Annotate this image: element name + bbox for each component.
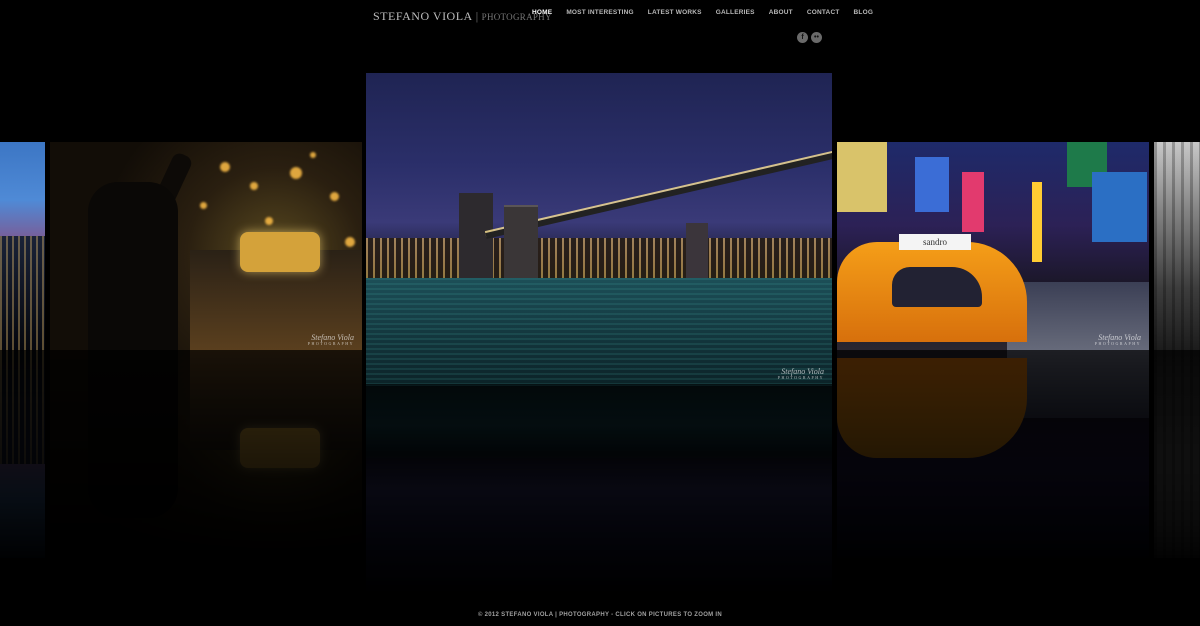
billboard bbox=[1032, 182, 1042, 262]
photo-brooklyn-bridge[interactable]: Stefano Viola PHOTOGRAPHY bbox=[366, 73, 832, 384]
bokeh-light bbox=[345, 237, 355, 247]
watermark-sub: PHOTOGRAPHY bbox=[777, 375, 824, 380]
photo-times-square-taxi[interactable]: sandro Stefano Viola PHOTOGRAPHY bbox=[837, 142, 1149, 350]
skyscraper bbox=[686, 223, 708, 278]
main-nav: HOME MOST INTERESTING LATEST WORKS GALLE… bbox=[532, 9, 873, 16]
billboard bbox=[1092, 172, 1147, 242]
photo-watermark: Stefano Viola PHOTOGRAPHY bbox=[1095, 334, 1141, 346]
photo-city-skyline-reflection bbox=[0, 350, 45, 558]
logo-name: STEFANO VIOLA bbox=[373, 9, 473, 23]
photo-hailing-taxi-reflection bbox=[50, 350, 362, 558]
bokeh-light bbox=[250, 182, 258, 190]
nav-most-interesting[interactable]: MOST INTERESTING bbox=[566, 9, 633, 16]
bokeh-light bbox=[290, 167, 302, 179]
photo-times-square-taxi-reflection bbox=[837, 350, 1149, 558]
nav-home[interactable]: HOME bbox=[532, 9, 552, 16]
bokeh-light bbox=[330, 192, 339, 201]
nav-blog[interactable]: BLOG bbox=[854, 9, 874, 16]
nav-about[interactable]: ABOUT bbox=[769, 9, 793, 16]
watermark-sub: PHOTOGRAPHY bbox=[1094, 341, 1141, 346]
nav-galleries[interactable]: GALLERIES bbox=[716, 9, 755, 16]
photo-black-white-building[interactable] bbox=[1154, 142, 1200, 350]
flickr-icon[interactable]: •• bbox=[811, 32, 822, 43]
site-logo[interactable]: STEFANO VIOLA | PHOTOGRAPHY bbox=[373, 9, 552, 24]
river-water bbox=[366, 278, 832, 384]
photo-hailing-taxi[interactable]: Stefano Viola PHOTOGRAPHY bbox=[50, 142, 362, 350]
photo-city-skyline[interactable] bbox=[0, 142, 45, 350]
photo-watermark: Stefano Viola PHOTOGRAPHY bbox=[778, 368, 824, 380]
social-links: f •• bbox=[797, 32, 822, 43]
billboard bbox=[962, 172, 984, 232]
bokeh-light bbox=[310, 152, 316, 158]
watermark-sub: PHOTOGRAPHY bbox=[307, 341, 354, 346]
nav-contact[interactable]: CONTACT bbox=[807, 9, 840, 16]
bokeh-light bbox=[200, 202, 207, 209]
bokeh-light bbox=[265, 217, 273, 225]
billboard bbox=[837, 142, 887, 212]
taxi-roof-sign: sandro bbox=[899, 234, 971, 250]
bridge-tower bbox=[504, 205, 538, 283]
taxi bbox=[240, 232, 320, 272]
facebook-icon[interactable]: f bbox=[797, 32, 808, 43]
bokeh-light bbox=[220, 162, 230, 172]
billboard bbox=[915, 157, 949, 212]
taxi-window bbox=[892, 267, 982, 307]
nav-latest-works[interactable]: LATEST WORKS bbox=[648, 9, 702, 16]
footer-text: © 2012 STEFANO VIOLA | PHOTOGRAPHY - CLI… bbox=[477, 612, 723, 618]
photo-brooklyn-bridge-reflection bbox=[366, 384, 832, 591]
photo-black-white-building-reflection bbox=[1154, 350, 1200, 558]
city-lights bbox=[366, 238, 832, 278]
photo-watermark: Stefano Viola PHOTOGRAPHY bbox=[308, 334, 354, 346]
logo-separator: | bbox=[475, 9, 479, 23]
man-silhouette bbox=[88, 182, 178, 350]
